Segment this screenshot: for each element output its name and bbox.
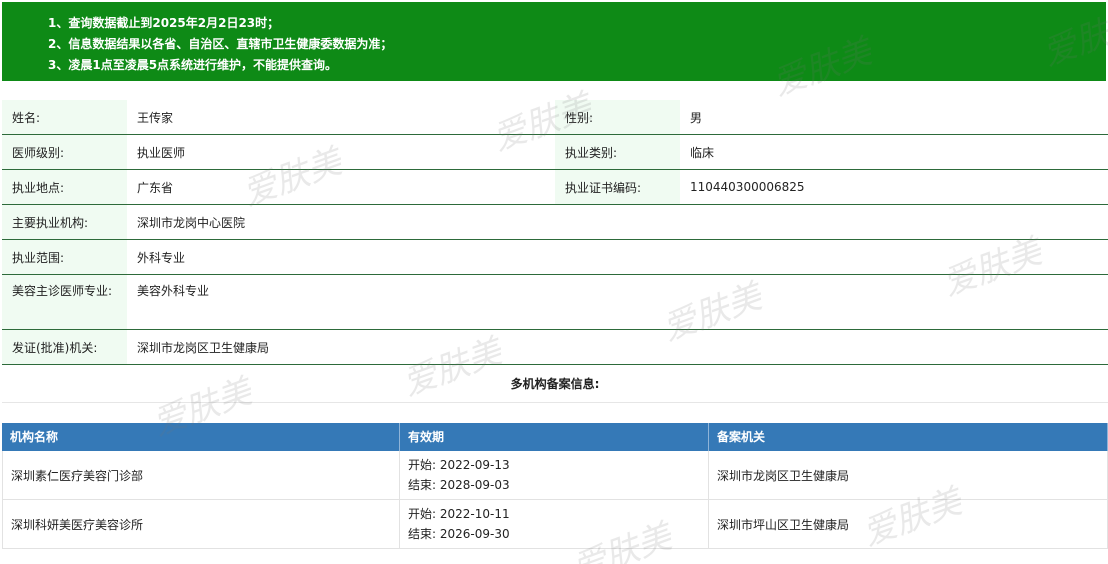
issuer-label: 发证(批准)机关: — [2, 330, 127, 364]
level-value: 执业医师 — [137, 145, 186, 160]
row-authority: 深圳市坪山区卫生健康局 — [709, 500, 1108, 548]
notice-line-2: 2、信息数据结果以各省、自治区、直辖市卫生健康委数据为准； — [48, 37, 393, 51]
start-date: 2022-09-13 — [439, 458, 510, 472]
header-validity: 有效期 — [400, 423, 709, 451]
row-validity: 开始: 2022-09-13 结束: 2028-09-03 — [400, 451, 709, 499]
page: 1、查询数据截止到2025年2月2日23时； 2、信息数据结果以各省、自治区、直… — [0, 0, 1108, 564]
end-date: 2028-09-03 — [439, 478, 510, 492]
cosmetic-value: 美容外科专业 — [137, 284, 210, 298]
cosmetic-label: 美容主诊医师专业: — [2, 275, 127, 329]
cert-label: 执业证书编码: — [555, 170, 680, 204]
info-row-scope: 执业范围: 外科专业 — [2, 240, 1108, 275]
info-row-name: 姓名: 王传家 性别: 男 — [2, 100, 1108, 135]
category-value: 临床 — [690, 145, 715, 160]
scope-value: 外科专业 — [137, 250, 186, 265]
institution-label: 主要执业机构: — [2, 205, 127, 239]
notice-line-3: 3、凌晨1点至凌晨5点系统进行维护，不能提供查询。 — [48, 58, 338, 72]
name-value: 王传家 — [137, 110, 174, 125]
start-date: 2022-10-11 — [439, 507, 510, 521]
row-validity: 开始: 2022-10-11 结束: 2026-09-30 — [400, 500, 709, 548]
records-table: 机构名称 有效期 备案机关 深圳素仁医疗美容门诊部 开始: 2022-09-13… — [2, 423, 1108, 549]
row-org: 深圳素仁医疗美容门诊部 — [2, 451, 400, 499]
info-row-issuer: 发证(批准)机关: 深圳市龙岗区卫生健康局 — [2, 330, 1108, 365]
doctor-info-table: 姓名: 王传家 性别: 男 医师级别: 执业医师 执业类别: 临床 执业地点: … — [2, 100, 1108, 365]
end-prefix: 结束: — [408, 527, 437, 541]
category-label: 执业类别: — [555, 135, 680, 169]
header-authority: 备案机关 — [709, 423, 1108, 451]
end-date: 2026-09-30 — [439, 527, 510, 541]
notice-line-1: 1、查询数据截止到2025年2月2日23时； — [48, 16, 280, 30]
level-label: 医师级别: — [2, 135, 127, 169]
row-end: 结束: 2028-09-03 — [408, 475, 510, 495]
info-row-location: 执业地点: 广东省 执业证书编码: 110440300006825 — [2, 170, 1108, 205]
gender-value: 男 — [690, 110, 703, 125]
notice-banner: 1、查询数据截止到2025年2月2日23时； 2、信息数据结果以各省、自治区、直… — [2, 2, 1106, 81]
start-prefix: 开始: — [408, 458, 437, 472]
info-row-institution: 主要执业机构: 深圳市龙岗中心医院 — [2, 205, 1108, 240]
issuer-value: 深圳市龙岗区卫生健康局 — [137, 340, 270, 355]
row-start: 开始: 2022-09-13 — [408, 455, 510, 475]
header-org: 机构名称 — [2, 423, 400, 451]
end-prefix: 结束: — [408, 478, 437, 492]
row-authority: 深圳市龙岗区卫生健康局 — [709, 451, 1108, 499]
location-label: 执业地点: — [2, 170, 127, 204]
start-prefix: 开始: — [408, 507, 437, 521]
table-row: 深圳科妍美医疗美容诊所 开始: 2022-10-11 结束: 2026-09-3… — [2, 500, 1108, 549]
records-header: 机构名称 有效期 备案机关 — [2, 423, 1108, 451]
multi-institution-title: 多机构备案信息: — [2, 365, 1108, 403]
table-row: 深圳素仁医疗美容门诊部 开始: 2022-09-13 结束: 2028-09-0… — [2, 451, 1108, 500]
cert-value: 110440300006825 — [690, 180, 805, 194]
location-value: 广东省 — [137, 180, 174, 195]
scope-label: 执业范围: — [2, 240, 127, 274]
gender-label: 性别: — [555, 100, 680, 134]
info-row-level: 医师级别: 执业医师 执业类别: 临床 — [2, 135, 1108, 170]
row-org: 深圳科妍美医疗美容诊所 — [2, 500, 400, 548]
name-label: 姓名: — [2, 100, 127, 134]
info-row-cosmetic: 美容主诊医师专业: 美容外科专业 — [2, 275, 1108, 330]
row-start: 开始: 2022-10-11 — [408, 504, 510, 524]
institution-value: 深圳市龙岗中心医院 — [137, 215, 246, 230]
row-end: 结束: 2026-09-30 — [408, 524, 510, 544]
